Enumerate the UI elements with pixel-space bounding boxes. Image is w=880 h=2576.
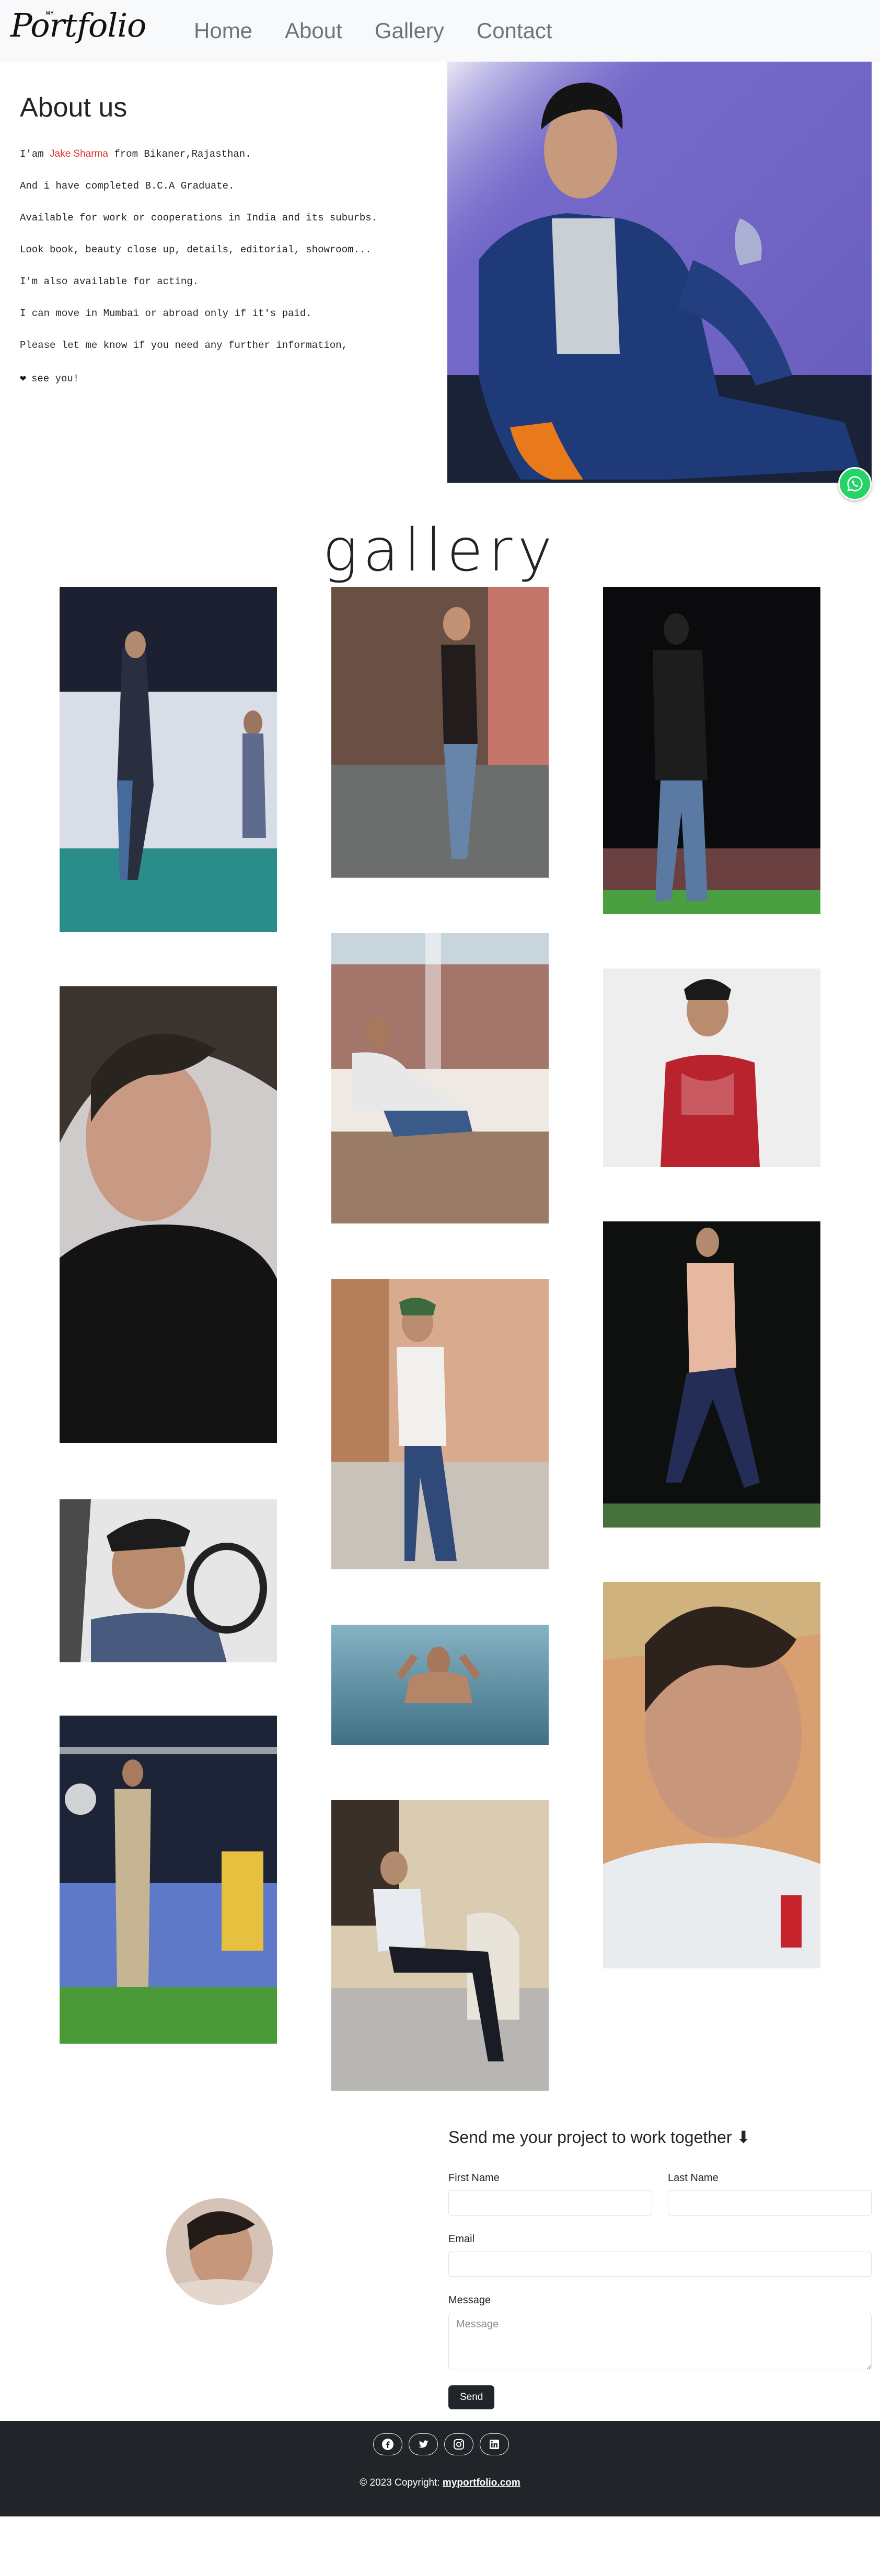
facebook-button[interactable] [373, 2433, 402, 2455]
message-field[interactable] [448, 2313, 872, 2370]
gallery-photo[interactable] [603, 587, 820, 914]
about-line: I'm also available for acting. [20, 276, 199, 287]
gallery-photo[interactable] [60, 587, 277, 932]
social-links [373, 2433, 509, 2455]
nav-home-link[interactable]: Home [178, 18, 269, 43]
about-title: About us [20, 92, 128, 123]
avatar [166, 2198, 273, 2305]
gallery-photo[interactable] [331, 1625, 549, 1745]
email-field[interactable] [448, 2252, 872, 2277]
email-group: Email [448, 2233, 872, 2277]
nav-links: Home About Gallery Contact [178, 18, 569, 43]
navbar: MY Portfolio Home About Gallery Contact [0, 0, 880, 62]
send-button[interactable]: Send [448, 2385, 495, 2409]
name-row: First Name Last Name [448, 2172, 872, 2216]
gallery-section [0, 587, 880, 2113]
linkedin-icon [490, 2440, 499, 2449]
gallery-title: gallery [322, 517, 558, 585]
whatsapp-icon [847, 476, 863, 492]
whatsapp-button[interactable] [838, 467, 872, 500]
gallery-photo[interactable] [603, 1221, 820, 1528]
email-label: Email [448, 2233, 475, 2245]
about-line-prefix: I'am [20, 148, 50, 160]
about-photo [447, 62, 872, 483]
first-name-label: First Name [448, 2172, 500, 2184]
gallery-photo[interactable] [60, 1716, 277, 2044]
nav-about-link[interactable]: About [269, 18, 358, 43]
brand-main-text: Portfolio [10, 6, 146, 44]
message-group: Message [448, 2294, 872, 2373]
form-title: Send me your project to work together ⬇ [448, 2128, 751, 2147]
first-name-group: First Name [448, 2172, 652, 2216]
contact-section: Send me your project to work together ⬇ … [0, 2113, 880, 2421]
about-text: About us I'am Jake Sharma from Bikaner,R… [20, 92, 427, 405]
contact-form: Send me your project to work together ⬇ … [448, 2127, 872, 2409]
linkedin-button[interactable] [480, 2433, 509, 2455]
last-name-group: Last Name [668, 2172, 872, 2216]
nav-contact-link[interactable]: Contact [460, 18, 569, 43]
about-section: About us I'am Jake Sharma from Bikaner,R… [0, 62, 880, 500]
heart-icon: ❤ [20, 373, 27, 385]
gallery-photo[interactable] [331, 587, 549, 878]
facebook-icon [382, 2439, 393, 2450]
about-line: Look book, beauty close up, details, edi… [20, 244, 372, 255]
nav-gallery-link[interactable]: Gallery [358, 18, 460, 43]
gallery-photo[interactable] [331, 1279, 549, 1569]
about-line: ❤ see you! [20, 371, 427, 385]
about-line: Available for work or cooperations in In… [20, 212, 378, 224]
about-line: I can move in Mumbai or abroad only if i… [20, 308, 312, 319]
gallery-photo[interactable] [603, 969, 820, 1167]
first-name-field[interactable] [448, 2190, 652, 2216]
twitter-button[interactable] [409, 2433, 438, 2455]
gallery-photo[interactable] [60, 1499, 277, 1662]
gallery-photo[interactable] [603, 1582, 820, 1968]
about-line: I'am Jake Sharma from Bikaner,Rajasthan. [20, 148, 427, 160]
last-name-label: Last Name [668, 2172, 719, 2184]
last-name-field[interactable] [668, 2190, 872, 2216]
twitter-icon [419, 2440, 429, 2448]
about-line-suffix: from Bikaner,Rajasthan. [108, 148, 251, 160]
about-name: Jake Sharma [50, 148, 108, 159]
copyright: © 2023 Copyright: myportfolio.com [0, 2477, 880, 2489]
about-line: And i have completed B.C.A Graduate. [20, 180, 235, 192]
gallery-photo[interactable] [331, 1800, 549, 2091]
brand-logo[interactable]: MY Portfolio [7, 0, 146, 62]
copyright-prefix: © 2023 Copyright: [360, 2477, 443, 2488]
about-signoff: see you! [31, 373, 79, 384]
copyright-link[interactable]: myportfolio.com [443, 2477, 520, 2488]
instagram-icon [454, 2439, 464, 2450]
about-line: Please let me know if you need any furth… [20, 340, 348, 351]
footer: © 2023 Copyright: myportfolio.com [0, 2421, 880, 2516]
gallery-photo[interactable] [331, 933, 549, 1223]
message-label: Message [448, 2294, 491, 2306]
instagram-button[interactable] [444, 2433, 473, 2455]
gallery-photo[interactable] [60, 986, 277, 1443]
